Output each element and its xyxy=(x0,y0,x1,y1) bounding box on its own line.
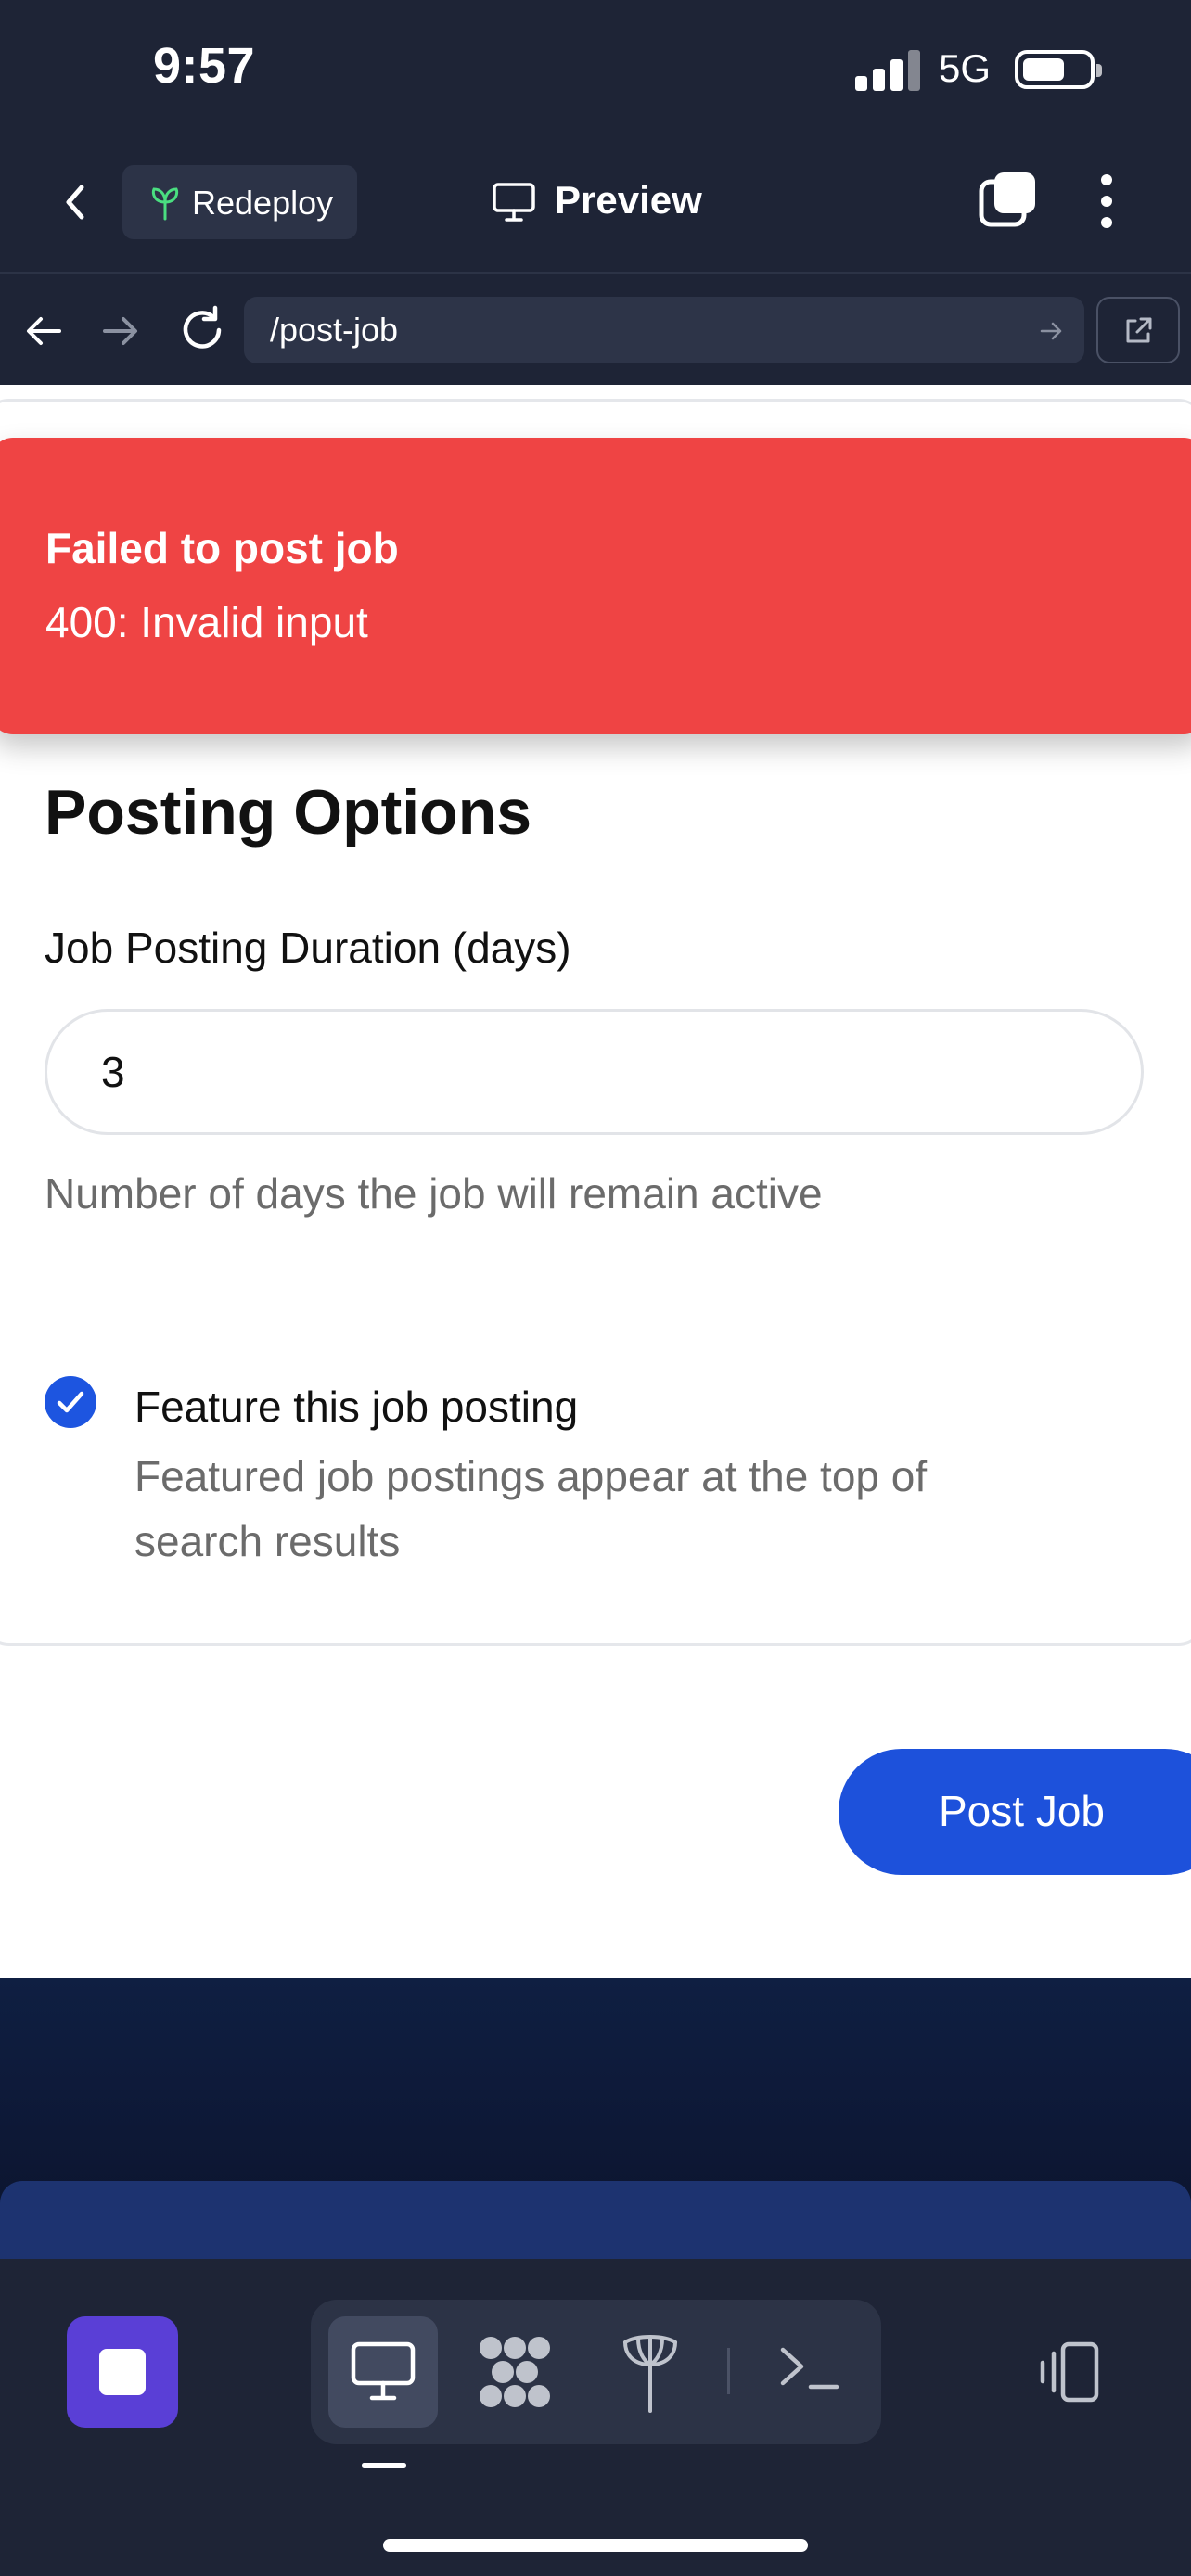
feature-description: Featured job postings appear at the top … xyxy=(134,1452,928,1565)
tabs-icon xyxy=(979,172,1035,227)
preview-label: Preview xyxy=(555,178,702,222)
tab-pods[interactable] xyxy=(478,2335,552,2409)
more-options-button[interactable] xyxy=(1093,169,1121,234)
browser-back-button[interactable] xyxy=(20,309,67,353)
active-tab-indicator xyxy=(362,2463,406,2468)
duration-input[interactable] xyxy=(45,1009,1144,1135)
open-external-button[interactable] xyxy=(1096,297,1180,363)
tab-shell[interactable] xyxy=(777,2340,842,2396)
back-button[interactable] xyxy=(48,165,104,239)
tab-preview[interactable] xyxy=(328,2316,438,2428)
redeploy-label: Redeploy xyxy=(192,184,334,222)
error-toast[interactable]: Failed to post job 400: Invalid input xyxy=(0,438,1191,734)
home-indicator xyxy=(383,2539,808,2552)
monitor-icon xyxy=(351,2341,416,2401)
section-title: Posting Options xyxy=(45,777,532,848)
more-vertical-icon xyxy=(1101,174,1112,228)
terminal-icon xyxy=(780,2347,839,2390)
feature-checkbox[interactable] xyxy=(45,1376,96,1428)
post-job-label: Post Job xyxy=(939,1787,1105,1835)
pods-icon xyxy=(480,2337,550,2407)
panel-toggle-icon xyxy=(1040,2341,1099,2403)
network-type: 5G xyxy=(939,46,992,90)
check-icon xyxy=(57,1391,84,1413)
tab-deploy[interactable] xyxy=(620,2333,681,2413)
arrow-right-icon xyxy=(103,317,137,345)
back-chevron-icon xyxy=(66,185,84,220)
preview-title: Preview xyxy=(492,174,733,230)
tab-divider xyxy=(727,2348,730,2394)
browser-forward-button[interactable] xyxy=(97,309,144,353)
url-text: /post-job xyxy=(270,311,399,349)
external-link-icon xyxy=(1126,317,1152,343)
panel-toggle-button[interactable] xyxy=(1035,2339,1102,2405)
signal-icon xyxy=(855,48,920,91)
monitor-icon xyxy=(493,183,535,222)
tabs-button[interactable] xyxy=(976,169,1041,234)
toast-message: 400: Invalid input xyxy=(45,598,368,646)
deploy-icon xyxy=(623,2335,677,2413)
sprout-icon xyxy=(151,187,179,221)
go-arrow-icon[interactable] xyxy=(1038,317,1066,345)
stop-icon xyxy=(99,2349,146,2395)
url-bar[interactable]: /post-job xyxy=(244,297,1084,363)
redeploy-button[interactable]: Redeploy xyxy=(122,165,357,239)
reload-icon xyxy=(183,305,222,349)
status-time: 9:57 xyxy=(153,38,256,94)
stop-button[interactable] xyxy=(67,2316,178,2428)
post-job-button[interactable]: Post Job xyxy=(839,1749,1191,1875)
feature-label[interactable]: Feature this job posting xyxy=(134,1382,578,1432)
toast-title: Failed to post job xyxy=(45,524,399,572)
browser-reload-button[interactable] xyxy=(176,304,228,356)
arrow-left-icon xyxy=(27,317,61,345)
duration-label: Job Posting Duration (days) xyxy=(45,924,571,972)
duration-help-text: Number of days the job will remain activ… xyxy=(45,1169,823,1218)
battery-icon xyxy=(1015,50,1102,89)
